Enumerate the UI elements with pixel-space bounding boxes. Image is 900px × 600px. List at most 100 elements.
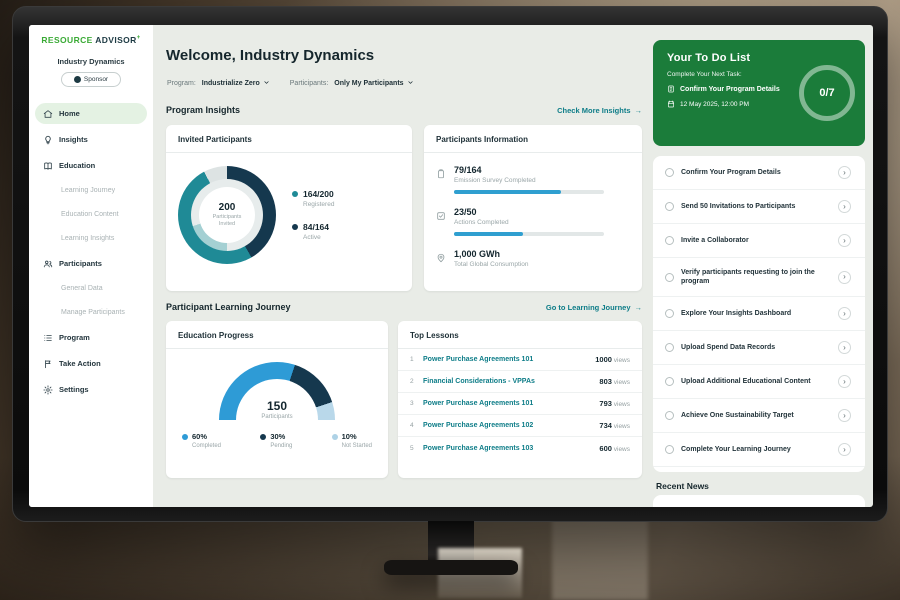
task-label: Invite a Collaborator bbox=[681, 236, 831, 245]
section-title: Participant Learning Journey bbox=[166, 302, 291, 312]
task-checkbox[interactable] bbox=[665, 273, 674, 282]
sidebar-item-education-content[interactable]: Education Content bbox=[35, 205, 147, 224]
next-task-row[interactable]: Confirm Your Program Details bbox=[667, 85, 805, 93]
brand-secondary: ADVISOR bbox=[95, 35, 137, 45]
participants-filter-dropdown[interactable]: Only My Participants bbox=[334, 79, 413, 88]
task-label: Send 50 Invitations to Participants bbox=[681, 202, 831, 211]
views-count: 600 bbox=[599, 444, 612, 453]
home-icon bbox=[43, 109, 53, 119]
views-unit: views bbox=[612, 446, 630, 453]
card-title: Participants Information bbox=[424, 125, 642, 153]
chevron-right-icon[interactable]: › bbox=[838, 375, 851, 388]
chevron-right-icon[interactable]: › bbox=[838, 443, 851, 456]
sidebar-item-home[interactable]: Home bbox=[35, 103, 147, 124]
pin-icon bbox=[436, 250, 446, 260]
task-row[interactable]: Confirm Your Program Details › bbox=[653, 156, 865, 190]
lesson-link[interactable]: Power Purchase Agreements 101 bbox=[423, 400, 533, 407]
legend-item: 60% Completed bbox=[182, 432, 221, 449]
task-row[interactable]: Invite a Collaborator › bbox=[653, 224, 865, 258]
sidebar-item-label: Settings bbox=[59, 385, 89, 394]
card-title: Top Lessons bbox=[398, 321, 642, 349]
legend-value: 84/164 bbox=[303, 222, 329, 232]
progress-fill bbox=[454, 232, 523, 236]
sidebar-item-insights[interactable]: Insights bbox=[35, 129, 147, 150]
todo-progress-ring: 0/7 bbox=[799, 65, 855, 121]
program-filter-dropdown[interactable]: Industrialize Zero bbox=[202, 79, 270, 88]
list-icon bbox=[43, 333, 53, 343]
chevron-right-icon[interactable]: › bbox=[838, 307, 851, 320]
sidebar-item-education[interactable]: Education bbox=[35, 155, 147, 176]
lesson-row[interactable]: 4 Power Purchase Agreements 102 734 view… bbox=[398, 415, 642, 437]
sidebar-item-learning-insights[interactable]: Learning Insights bbox=[35, 229, 147, 248]
lesson-row[interactable]: 1 Power Purchase Agreements 101 1000 vie… bbox=[398, 349, 642, 371]
chevron-right-icon[interactable]: › bbox=[838, 234, 851, 247]
calendar-icon bbox=[667, 100, 675, 108]
invited-participants-chart-row: 200 Participants Invited 164/200 Registe… bbox=[166, 153, 412, 277]
lesson-rank: 1 bbox=[410, 356, 423, 363]
task-row[interactable]: Upload Spend Data Records › bbox=[653, 331, 865, 365]
chevron-right-icon[interactable]: › bbox=[838, 166, 851, 179]
info-value: 1,000 GWh bbox=[454, 249, 528, 259]
task-checkbox[interactable] bbox=[665, 445, 674, 454]
chevron-right-icon[interactable]: › bbox=[838, 341, 851, 354]
program-filter-label: Program: bbox=[167, 80, 196, 87]
task-checkbox[interactable] bbox=[665, 168, 674, 177]
legend-value: 30% bbox=[270, 432, 292, 441]
progress-fill bbox=[454, 190, 561, 194]
task-checkbox[interactable] bbox=[665, 309, 674, 318]
chevron-right-icon[interactable]: › bbox=[838, 200, 851, 213]
sidebar-item-participants[interactable]: Participants bbox=[35, 253, 147, 274]
task-row[interactable]: Send 50 Invitations to Participants › bbox=[653, 190, 865, 224]
task-row[interactable]: Explore Your Insights Dashboard › bbox=[653, 297, 865, 331]
sidebar-item-manage-participants[interactable]: Manage Participants bbox=[35, 303, 147, 322]
main-content: Welcome, Industry Dynamics Program: Indu… bbox=[166, 25, 642, 507]
chevron-right-icon[interactable]: › bbox=[838, 271, 851, 284]
link-label: Go to Learning Journey bbox=[546, 303, 631, 312]
program-filter-value: Industrialize Zero bbox=[202, 80, 260, 87]
lesson-views: 734 views bbox=[599, 421, 630, 430]
task-row[interactable]: Complete Your Learning Journey › bbox=[653, 433, 865, 467]
task-checkbox[interactable] bbox=[665, 236, 674, 245]
task-checkbox[interactable] bbox=[665, 343, 674, 352]
chevron-right-icon[interactable]: › bbox=[838, 409, 851, 422]
sidebar-item-general-data[interactable]: General Data bbox=[35, 279, 147, 298]
sidebar-item-label: Take Action bbox=[59, 359, 101, 368]
next-task-label: Confirm Your Program Details bbox=[680, 86, 780, 93]
info-label: Actions Completed bbox=[454, 219, 604, 226]
collapse-tasks-link[interactable]: Collapse Tasks bbox=[653, 467, 865, 472]
lesson-views: 793 views bbox=[599, 399, 630, 408]
task-checkbox[interactable] bbox=[665, 411, 674, 420]
lesson-row[interactable]: 2 Financial Considerations - VPPAs 803 v… bbox=[398, 371, 642, 393]
lesson-link[interactable]: Power Purchase Agreements 101 bbox=[423, 356, 533, 363]
lesson-row[interactable]: 5 Power Purchase Agreements 103 600 view… bbox=[398, 437, 642, 459]
task-row[interactable]: Achieve One Sustainability Target › bbox=[653, 399, 865, 433]
task-checkbox[interactable] bbox=[665, 202, 674, 211]
filter-bar: Program: Industrialize Zero Participants… bbox=[167, 79, 428, 88]
lesson-link[interactable]: Power Purchase Agreements 102 bbox=[423, 422, 533, 429]
task-row[interactable]: Verify participants requesting to join t… bbox=[653, 258, 865, 297]
lesson-rank: 5 bbox=[410, 445, 423, 452]
sidebar-item-settings[interactable]: Settings bbox=[35, 379, 147, 400]
lesson-link[interactable]: Power Purchase Agreements 103 bbox=[423, 445, 533, 452]
lesson-row[interactable]: 3 Power Purchase Agreements 101 793 view… bbox=[398, 393, 642, 415]
task-row[interactable]: Upload Additional Educational Content › bbox=[653, 365, 865, 399]
invited-participants-card: Invited Participants 200 Participants In… bbox=[166, 125, 412, 291]
task-checkbox[interactable] bbox=[665, 377, 674, 386]
sidebar-item-learning-journey[interactable]: Learning Journey bbox=[35, 181, 147, 200]
background-photo: RESOURCE ADVISOR+ Industry Dynamics Spon… bbox=[0, 0, 900, 600]
views-unit: views bbox=[612, 423, 630, 430]
donut-center-value: 200 bbox=[219, 202, 236, 213]
sidebar-item-program[interactable]: Program bbox=[35, 327, 147, 348]
lesson-link[interactable]: Financial Considerations - VPPAs bbox=[423, 378, 535, 385]
monitor-bezel: RESOURCE ADVISOR+ Industry Dynamics Spon… bbox=[12, 6, 888, 522]
info-value: 79/164 bbox=[454, 165, 604, 175]
sidebar-item-take-action[interactable]: Take Action bbox=[35, 353, 147, 374]
education-progress-gauge: 150 Participants bbox=[219, 362, 335, 420]
gauge-legend: 60% Completed 30% Pending bbox=[166, 420, 388, 449]
go-to-learning-journey-link[interactable]: Go to Learning Journey → bbox=[546, 303, 642, 312]
check-more-insights-link[interactable]: Check More Insights → bbox=[557, 106, 642, 115]
views-count: 793 bbox=[599, 399, 612, 408]
lesson-rank: 4 bbox=[410, 422, 423, 429]
legend-item: 164/200 Registered bbox=[292, 189, 334, 208]
legend-value: 10% bbox=[342, 432, 372, 441]
